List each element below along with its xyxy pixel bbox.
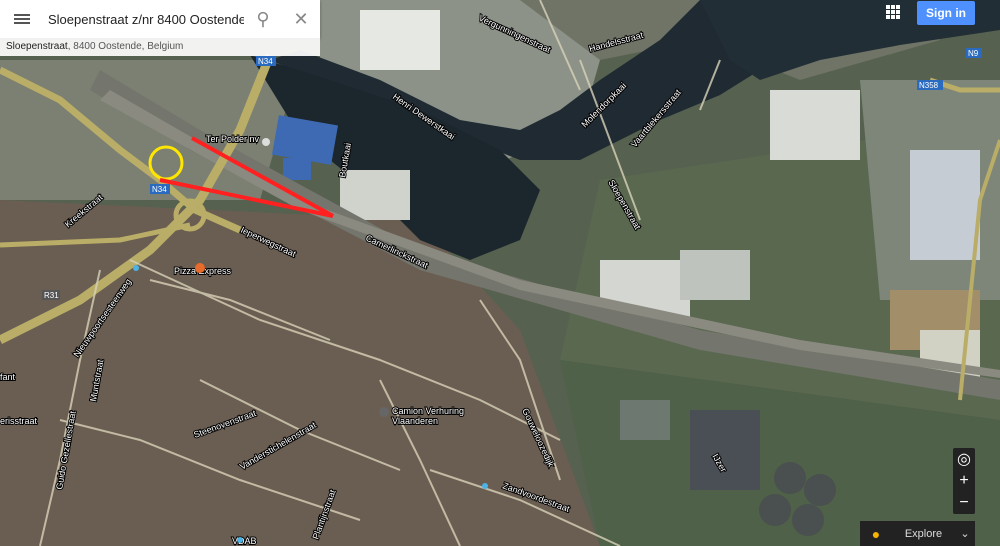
transit-icon bbox=[482, 483, 488, 489]
shield-r31: R31 bbox=[42, 290, 60, 300]
label-vdab: VDAB bbox=[232, 536, 257, 546]
svg-text:N34: N34 bbox=[152, 185, 167, 194]
search-input[interactable]: Sloepenstraat z/nr 8400 Oostende bbox=[44, 12, 244, 27]
label-ter-polder: Ter Polder nv bbox=[206, 134, 260, 144]
explore-label[interactable]: Explore bbox=[892, 528, 955, 540]
search-subtitle: Sloepenstraat, 8400 Oostende, Belgium bbox=[0, 38, 320, 56]
subtitle-rest: , 8400 Oostende, Belgium bbox=[67, 41, 184, 52]
svg-text:N358: N358 bbox=[919, 81, 939, 90]
menu-icon[interactable] bbox=[0, 0, 44, 38]
search-box: Sloepenstraat z/nr 8400 Oostende ⚲ ✕ bbox=[0, 0, 320, 38]
label-camion: Camion Verhuring bbox=[392, 406, 464, 416]
svg-text:R31: R31 bbox=[44, 291, 59, 300]
pegman-icon[interactable]: ● bbox=[868, 525, 884, 543]
shield-n34-mid: N34 bbox=[150, 184, 170, 194]
my-location-icon[interactable]: ◎ bbox=[953, 448, 975, 470]
label-erisstraat: erisstraat bbox=[0, 416, 38, 426]
satellite-map[interactable]: N34 N34 N358 N9 R31 Vergunningenstraat H… bbox=[0, 0, 1000, 546]
svg-text:N9: N9 bbox=[968, 49, 979, 58]
map-controls: ◎ + − bbox=[953, 448, 975, 514]
explore-bar[interactable]: ● Explore ⌄ bbox=[860, 521, 975, 546]
business-icon bbox=[262, 138, 270, 146]
sign-in-button[interactable]: Sign in bbox=[917, 1, 975, 25]
shield-n34-top: N34 bbox=[256, 56, 276, 66]
chevron-down-icon[interactable]: ⌄ bbox=[955, 527, 975, 540]
transit-icon bbox=[237, 537, 243, 543]
label-fant: fant bbox=[0, 372, 16, 382]
zoom-in-button[interactable]: + bbox=[953, 470, 975, 492]
transit-icon bbox=[133, 265, 139, 271]
subtitle-street: Sloepenstraat bbox=[6, 41, 68, 52]
zoom-out-button[interactable]: − bbox=[953, 492, 975, 514]
label-vlaanderen: Vlaanderen bbox=[392, 416, 438, 426]
shield-n9: N9 bbox=[966, 48, 982, 58]
svg-text:N34: N34 bbox=[258, 57, 273, 66]
close-icon[interactable]: ✕ bbox=[282, 0, 320, 38]
apps-grid-icon[interactable] bbox=[886, 5, 900, 19]
business-icon bbox=[379, 407, 389, 417]
restaurant-icon bbox=[195, 263, 205, 273]
search-icon[interactable]: ⚲ bbox=[244, 0, 282, 38]
shield-n358: N358 bbox=[917, 80, 943, 90]
